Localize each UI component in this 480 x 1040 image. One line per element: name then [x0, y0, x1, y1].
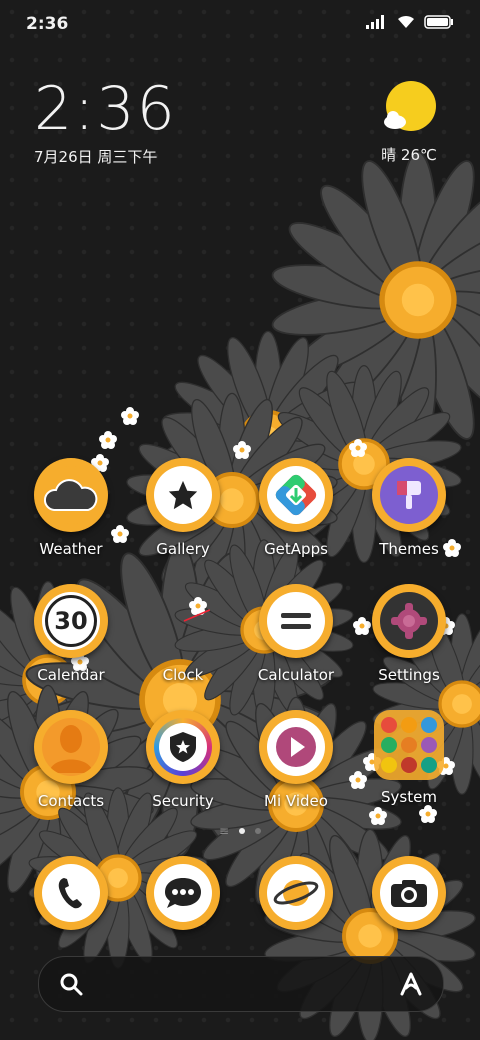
app-themes[interactable]: Themes	[353, 458, 465, 558]
wifi-icon	[396, 14, 416, 33]
shield-icon	[154, 718, 212, 776]
app-label: Contacts	[37, 792, 105, 810]
star-icon	[154, 466, 212, 524]
weather-widget[interactable]: 晴 26℃	[374, 80, 444, 165]
app-icon-frame	[259, 458, 333, 532]
app-label: Calendar	[37, 666, 105, 684]
app-icon-frame: 30	[34, 584, 108, 658]
status-time: 2:36	[26, 14, 69, 34]
equals-icon	[267, 592, 325, 650]
clock-widget-date: 7月26日 周三下午	[34, 148, 158, 166]
clock-widget-time: 2:36	[34, 74, 177, 144]
app-icon-frame	[372, 458, 446, 532]
calendar-icon: 30	[42, 592, 100, 650]
app-label: Settings	[378, 666, 440, 684]
app-calendar[interactable]: 30 Calendar	[15, 584, 127, 684]
battery-icon	[424, 14, 454, 33]
page-dot-active	[239, 828, 246, 834]
getapps-icon	[267, 466, 325, 524]
menu-lines-icon: ≡	[218, 824, 230, 838]
app-icon-frame	[259, 710, 333, 784]
app-contacts[interactable]: Contacts	[15, 710, 127, 810]
sun-cloud-icon	[381, 81, 437, 138]
phone-icon	[42, 864, 100, 922]
dock-camera[interactable]	[353, 856, 465, 930]
status-bar: 2:36	[0, 0, 480, 50]
app-icon-frame	[146, 584, 220, 658]
app-label: Gallery	[156, 540, 210, 558]
app-settings[interactable]: Settings	[353, 584, 465, 684]
calendar-date-badge: 30	[45, 595, 97, 647]
clock-widget[interactable]: 2:36 7月26日 周三下午	[34, 78, 177, 167]
app-gallery[interactable]: Gallery	[127, 458, 239, 558]
message-icon	[154, 864, 212, 922]
weather-text: 晴 26℃	[381, 146, 437, 164]
page-indicator[interactable]: ≡	[0, 824, 480, 838]
app-label: Calculator	[257, 666, 335, 684]
app-calculator[interactable]: Calculator	[240, 584, 352, 684]
gear-icon	[380, 592, 438, 650]
dock-browser[interactable]	[240, 856, 352, 930]
browser-icon	[267, 864, 325, 922]
person-icon	[42, 718, 100, 776]
app-icon-frame	[146, 856, 220, 930]
camera-icon	[380, 864, 438, 922]
app-clock[interactable]: Clock	[127, 584, 239, 684]
cloud-icon	[42, 466, 100, 524]
play-icon	[267, 718, 325, 776]
app-icon-frame	[372, 856, 446, 930]
app-label: System	[381, 788, 437, 806]
dock	[0, 856, 480, 934]
app-icon-frame	[34, 458, 108, 532]
app-icon-frame	[259, 856, 333, 930]
dock-phone[interactable]	[15, 856, 127, 930]
brush-icon	[380, 466, 438, 524]
app-icon-frame	[34, 856, 108, 930]
search-icon[interactable]	[59, 972, 83, 1000]
app-mi-video[interactable]: Mi Video	[240, 710, 352, 810]
app-weather[interactable]: Weather	[15, 458, 127, 558]
app-icon-frame	[146, 458, 220, 532]
app-icon-frame	[259, 584, 333, 658]
clock-icon	[154, 592, 212, 650]
folder-icon	[374, 710, 444, 780]
signal-icon	[366, 14, 388, 33]
app-label: Weather	[39, 540, 103, 558]
app-label: Mi Video	[264, 792, 328, 810]
app-label: Security	[152, 792, 214, 810]
app-security[interactable]: Security	[127, 710, 239, 810]
app-icon-frame	[146, 710, 220, 784]
app-folder-system[interactable]: System	[353, 710, 465, 806]
assistant-icon[interactable]	[397, 970, 425, 1002]
app-icon-frame	[34, 710, 108, 784]
status-icons	[366, 14, 454, 33]
dock-messages[interactable]	[127, 856, 239, 930]
app-icon-frame	[372, 584, 446, 658]
app-getapps[interactable]: GetApps	[240, 458, 352, 558]
search-bar[interactable]	[38, 956, 444, 1012]
app-label: Clock	[162, 666, 204, 684]
app-label: GetApps	[264, 540, 328, 558]
app-label: Themes	[379, 540, 439, 558]
page-dot	[255, 828, 262, 834]
